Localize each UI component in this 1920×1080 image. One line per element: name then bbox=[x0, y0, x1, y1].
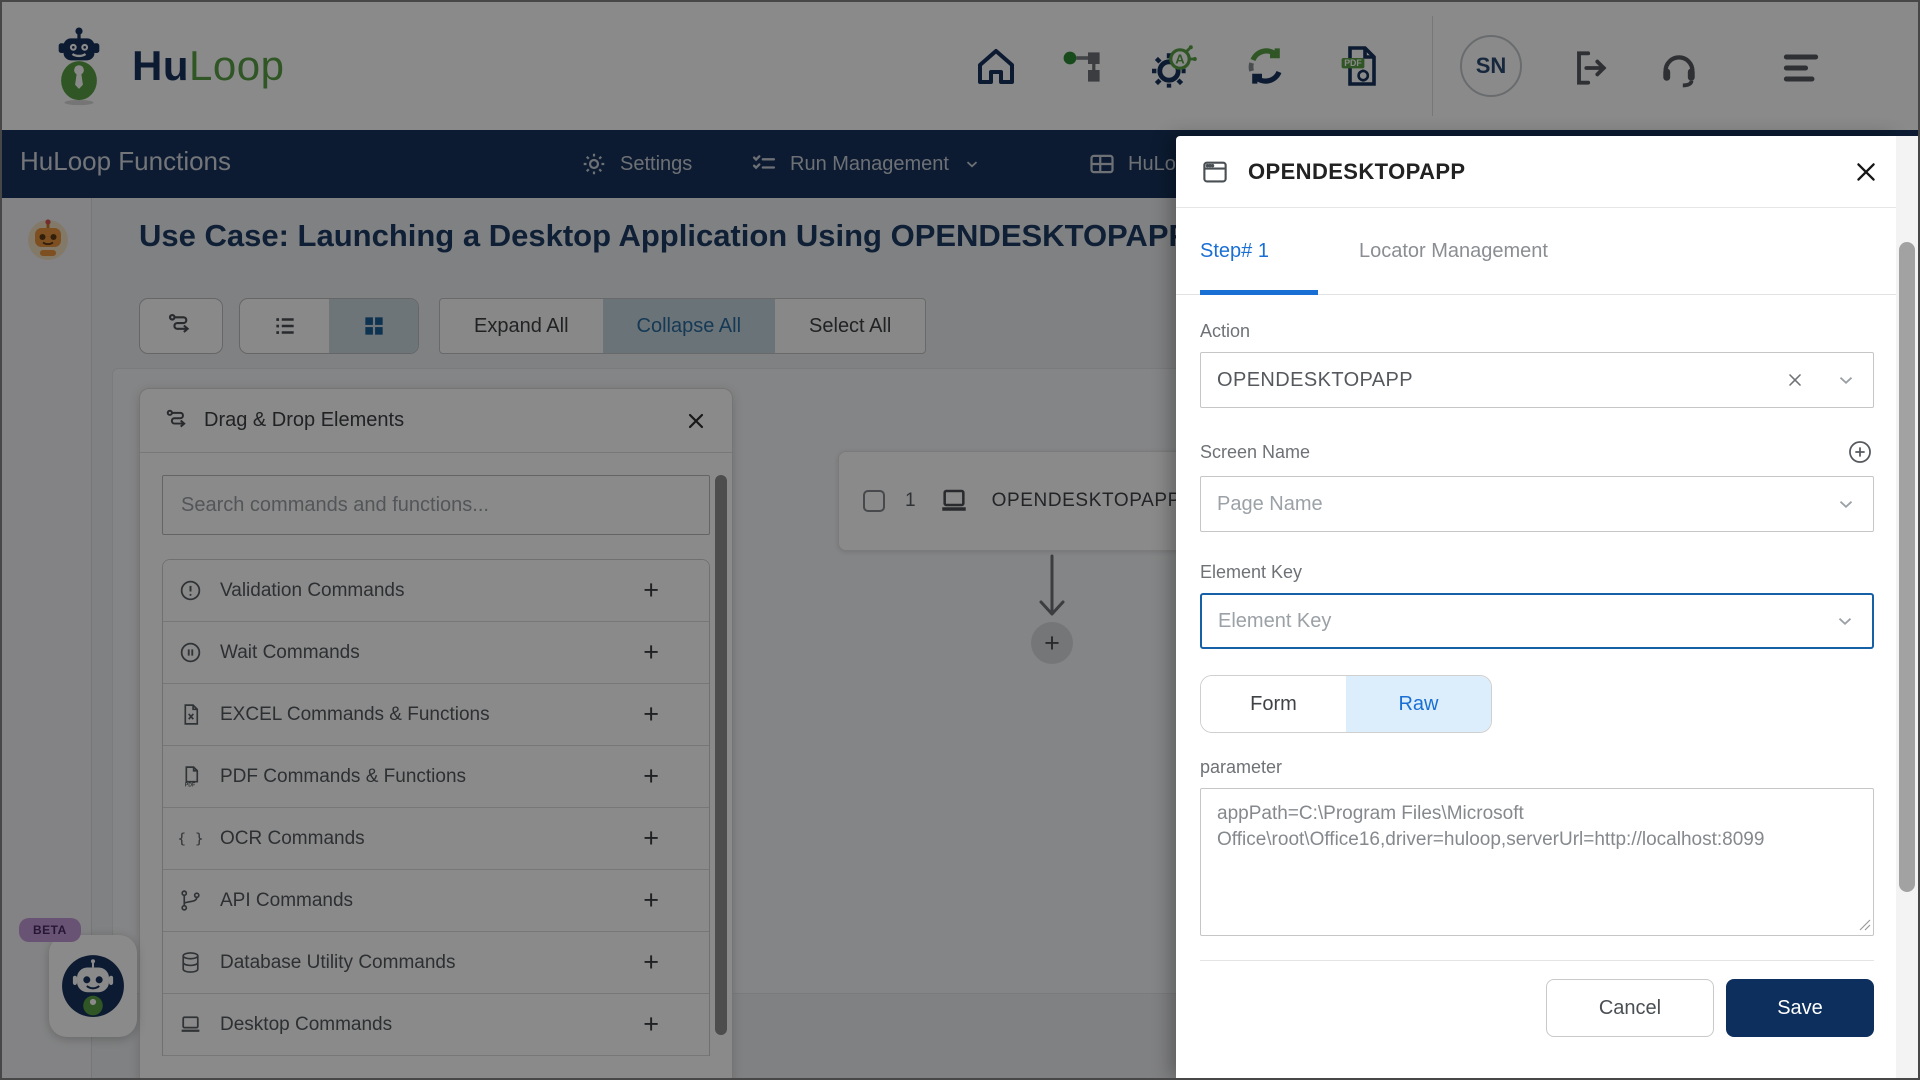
screen-name-placeholder: Page Name bbox=[1217, 492, 1323, 515]
action-value: OPENDESKTOPAPP bbox=[1217, 368, 1414, 391]
panel-title: OPENDESKTOPAPP bbox=[1248, 158, 1466, 184]
parameter-label: parameter bbox=[1200, 757, 1283, 777]
add-screen-button[interactable] bbox=[1846, 438, 1874, 466]
parameter-field-wrapper: appPath=C:\Program Files\Microsoft Offic… bbox=[1200, 788, 1874, 936]
element-key-placeholder: Element Key bbox=[1218, 609, 1332, 632]
page-scrollbar[interactable] bbox=[1896, 136, 1918, 1078]
cancel-button[interactable]: Cancel bbox=[1546, 979, 1714, 1037]
screen-name-label: Screen Name bbox=[1200, 441, 1311, 462]
clear-x-icon bbox=[1789, 374, 1801, 386]
panel-close-button[interactable] bbox=[1852, 158, 1880, 186]
parameter-textarea[interactable]: appPath=C:\Program Files\Microsoft Offic… bbox=[1200, 788, 1874, 936]
action-select[interactable]: OPENDESKTOPAPP bbox=[1200, 352, 1874, 408]
app-window: HuLoop A PDF SN HuLoop Functions Setting… bbox=[0, 0, 1920, 1080]
element-key-label: Element Key bbox=[1200, 562, 1303, 582]
chevron-down-icon bbox=[1838, 618, 1852, 625]
mode-form-button[interactable]: Form bbox=[1201, 676, 1346, 732]
page-scrollbar-thumb[interactable] bbox=[1899, 242, 1915, 892]
panel-tabs: Step# 1 Locator Management bbox=[1176, 208, 1898, 295]
element-key-select[interactable]: Element Key bbox=[1200, 593, 1874, 649]
save-button[interactable]: Save bbox=[1726, 979, 1874, 1037]
step-config-panel: OPENDESKTOPAPP Step# 1 Locator Managemen… bbox=[1176, 136, 1898, 1078]
panel-footer: Cancel Save bbox=[1200, 961, 1874, 1055]
screen-name-label-row: Screen Name bbox=[1200, 438, 1874, 466]
active-tab-underline bbox=[1200, 290, 1318, 295]
chevron-down-icon bbox=[1839, 377, 1853, 384]
panel-header: OPENDESKTOPAPP bbox=[1176, 136, 1898, 208]
action-clear-button[interactable] bbox=[1785, 370, 1805, 390]
panel-body: Action OPENDESKTOPAPP Screen Name Page N… bbox=[1176, 321, 1898, 1055]
parameter-mode-toggle: Form Raw bbox=[1200, 675, 1492, 733]
chevron-down-icon bbox=[1839, 501, 1853, 508]
mode-raw-button[interactable]: Raw bbox=[1346, 676, 1491, 732]
close-icon bbox=[1857, 162, 1875, 181]
app-window-icon bbox=[1203, 161, 1227, 182]
action-label: Action bbox=[1200, 321, 1251, 341]
tab-locator-management[interactable]: Locator Management bbox=[1359, 240, 1548, 263]
screen-name-select[interactable]: Page Name bbox=[1200, 476, 1874, 532]
plus-circle-icon bbox=[1849, 441, 1871, 463]
tab-step-1[interactable]: Step# 1 bbox=[1200, 240, 1269, 263]
